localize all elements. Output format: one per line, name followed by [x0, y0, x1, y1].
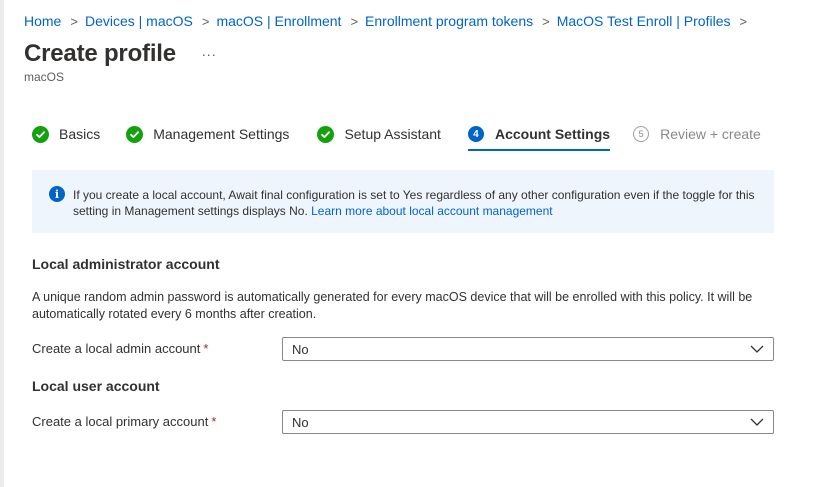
check-circle-icon — [32, 125, 49, 143]
breadcrumb: Home > Devices | macOS > macOS | Enrollm… — [24, 13, 754, 29]
local-admin-dropdown[interactable]: No — [282, 337, 774, 361]
local-user-dropdown[interactable]: No — [282, 410, 774, 434]
breadcrumb-macos-enrollment[interactable]: macOS | Enrollment — [216, 13, 341, 29]
chevron-down-icon — [750, 418, 764, 426]
dropdown-value: No — [292, 415, 309, 430]
step-review-create[interactable]: 5 Review + create — [633, 123, 761, 145]
local-admin-heading: Local administrator account — [32, 256, 220, 272]
panel-left-border — [0, 0, 4, 487]
title-row: Create profile ... — [24, 40, 217, 68]
required-indicator: * — [211, 414, 217, 429]
local-user-heading: Local user account — [32, 378, 160, 394]
learn-more-link[interactable]: Learn more about local account managemen… — [311, 204, 552, 218]
required-indicator: * — [203, 341, 209, 356]
check-circle-icon — [317, 125, 335, 143]
local-admin-label: Create a local admin account * — [32, 341, 208, 356]
chevron-right-icon: > — [739, 13, 748, 29]
step-label: Management Settings — [153, 126, 290, 142]
chevron-right-icon: > — [350, 13, 359, 29]
step-basics[interactable]: Basics — [32, 123, 100, 145]
local-admin-description: A unique random admin password is automa… — [32, 290, 753, 321]
step-account-settings[interactable]: 4 Account Settings — [467, 123, 611, 151]
info-text: If you create a local account, Await fin… — [73, 187, 763, 219]
dropdown-value: No — [292, 342, 309, 357]
step-setup-assistant[interactable]: Setup Assistant — [317, 123, 441, 145]
step-label: Review + create — [660, 126, 761, 142]
local-admin-label-text: Create a local admin account — [32, 341, 201, 356]
page-title: Create profile — [24, 40, 176, 67]
local-user-label-text: Create a local primary account — [32, 414, 209, 429]
wizard-steps: Basics Management Settings Setup Assista… — [32, 123, 761, 151]
chevron-down-icon — [750, 345, 764, 353]
local-user-label: Create a local primary account * — [32, 414, 216, 429]
step-label: Setup Assistant — [344, 126, 441, 142]
breadcrumb-enrollment-program-tokens[interactable]: Enrollment program tokens — [365, 13, 533, 29]
step-number-badge: 4 — [467, 126, 484, 142]
step-management-settings[interactable]: Management Settings — [126, 123, 289, 145]
chevron-right-icon: > — [201, 13, 210, 29]
breadcrumb-profiles[interactable]: MacOS Test Enroll | Profiles — [557, 13, 731, 29]
breadcrumb-home[interactable]: Home — [24, 13, 61, 29]
step-label: Account Settings — [494, 126, 611, 142]
step-number-badge: 5 — [633, 126, 650, 142]
info-banner: i If you create a local account, Await f… — [32, 170, 774, 233]
info-icon: i — [49, 186, 65, 202]
page-subtitle: macOS — [24, 70, 65, 84]
check-circle-icon — [126, 125, 144, 143]
chevron-right-icon: > — [542, 13, 550, 29]
chevron-right-icon: > — [70, 13, 78, 29]
more-options-button[interactable]: ... — [202, 43, 217, 59]
breadcrumb-devices-macos[interactable]: Devices | macOS — [85, 13, 193, 29]
step-label: Basics — [59, 126, 101, 142]
